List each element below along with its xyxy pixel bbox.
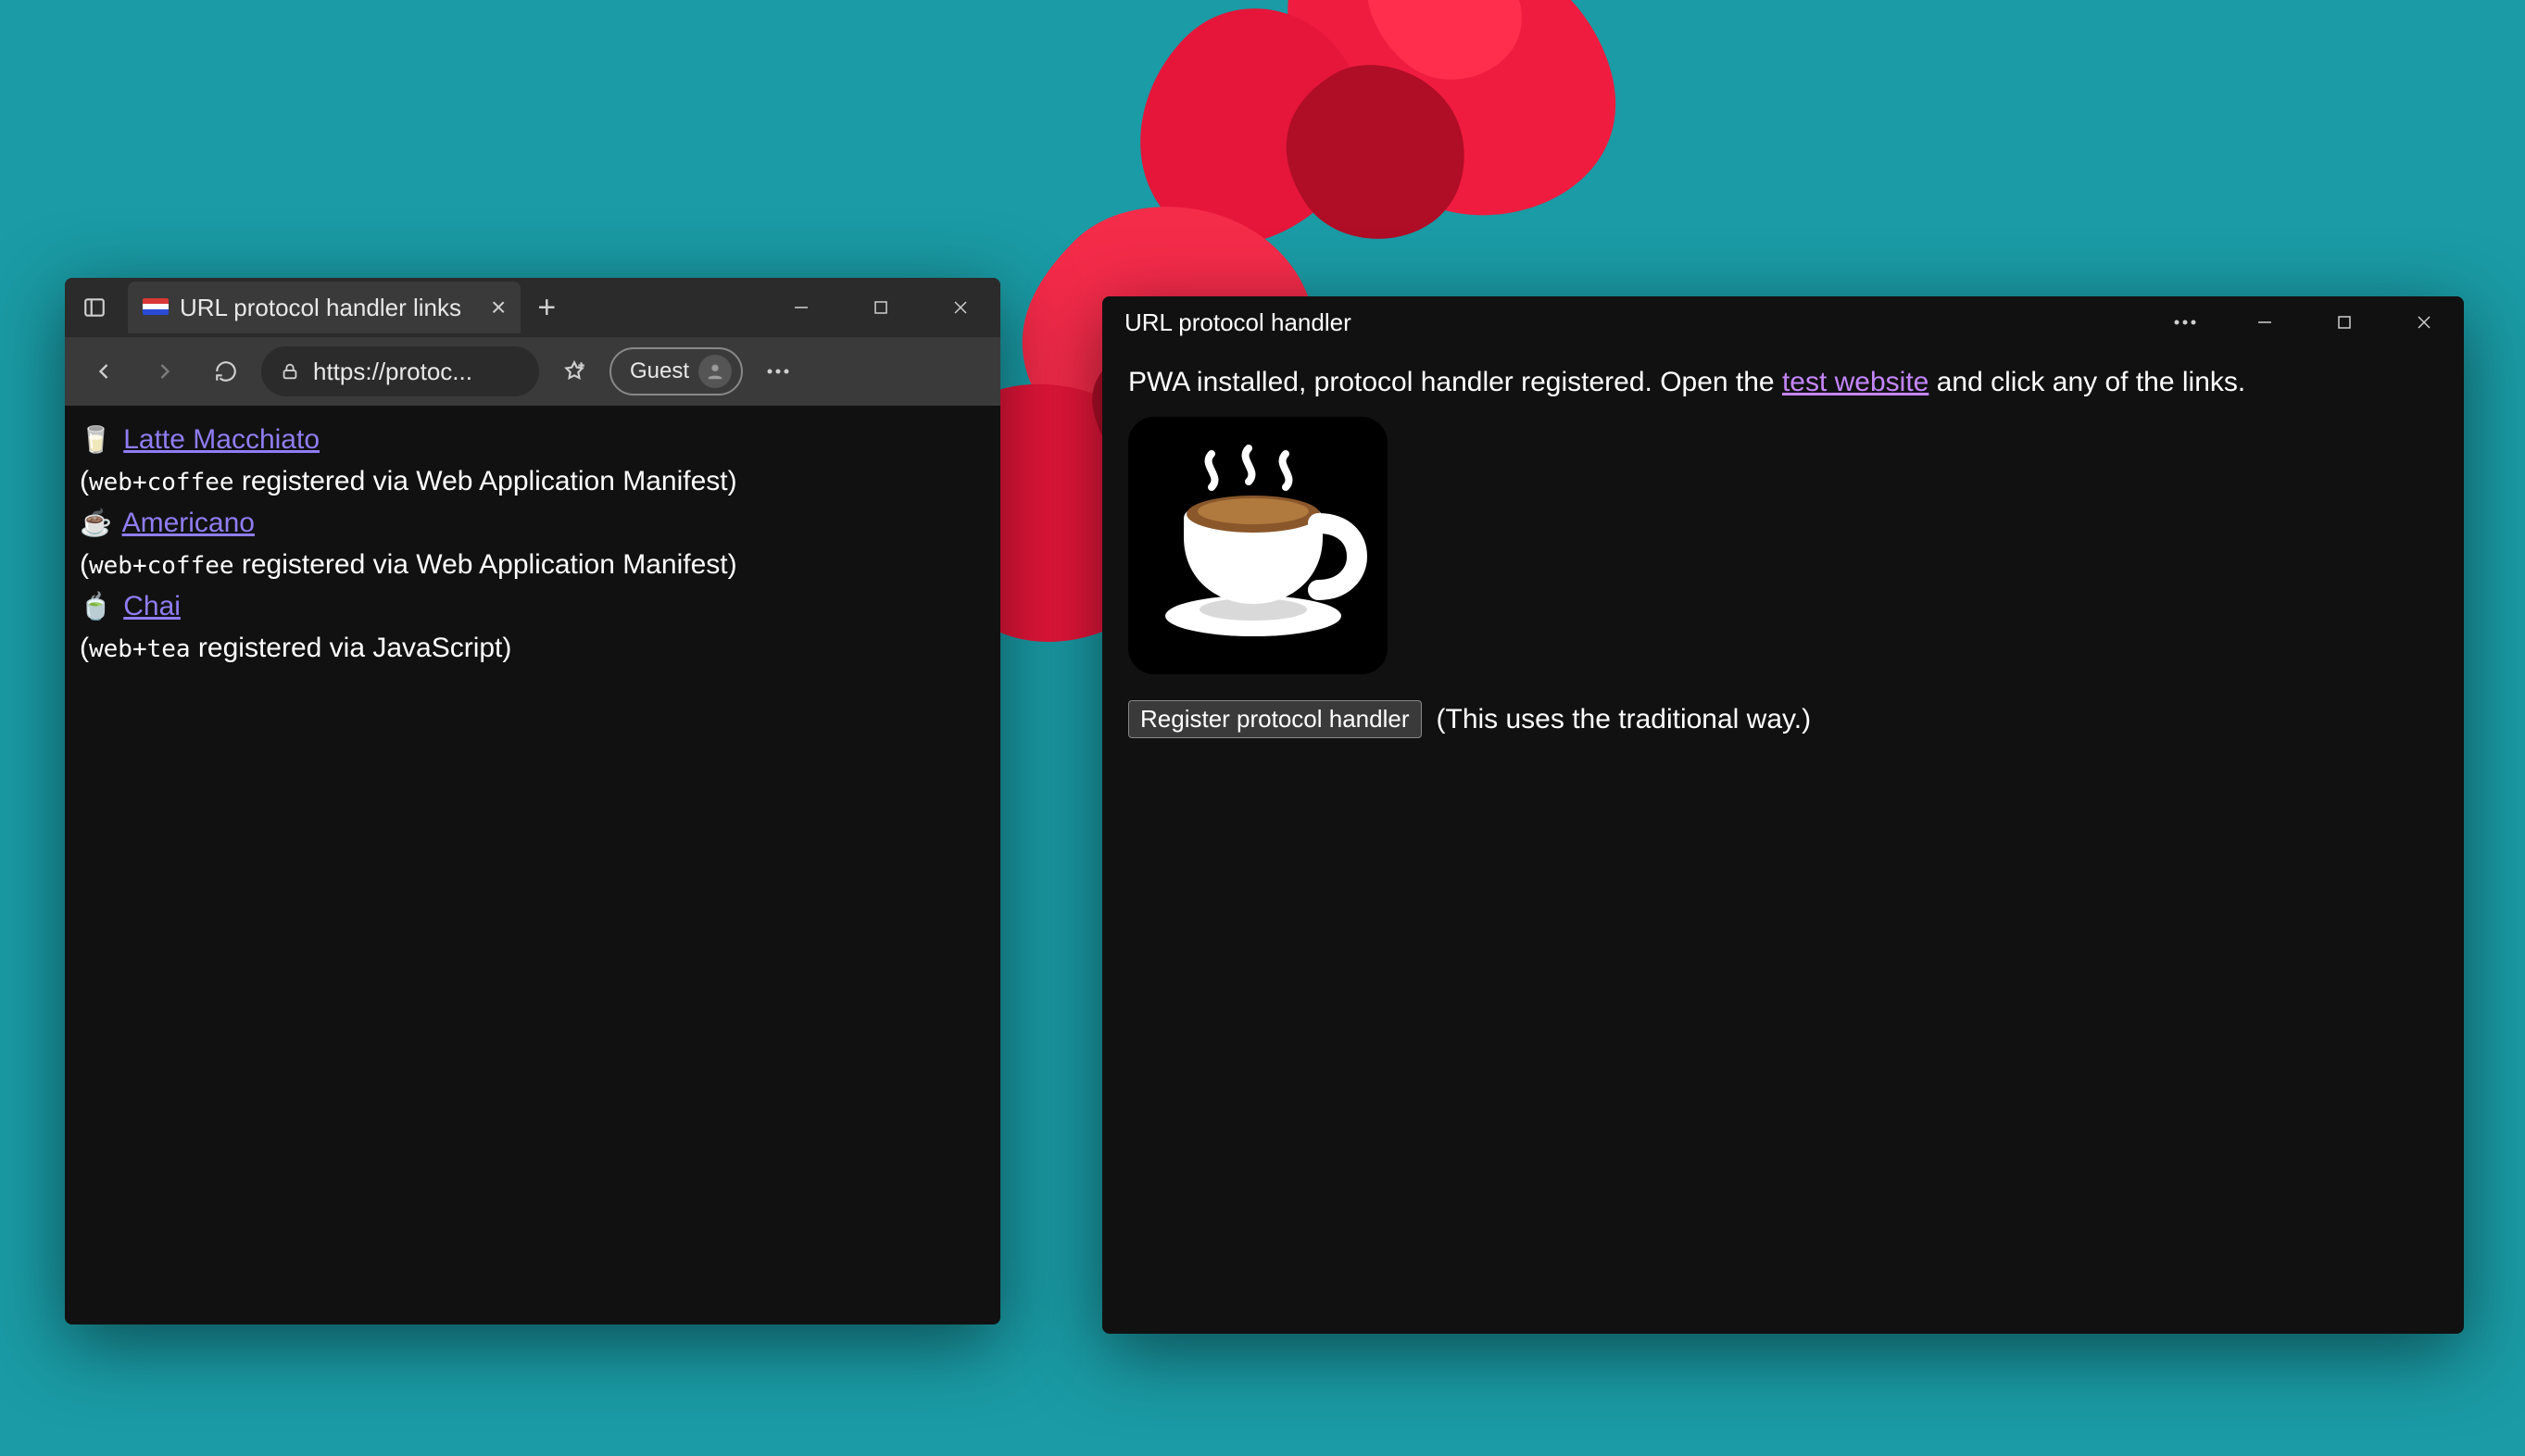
tab-title: URL protocol handler links — [180, 294, 461, 322]
maximize-button[interactable] — [841, 282, 921, 333]
pwa-close-button[interactable] — [2384, 296, 2464, 348]
pwa-title: URL protocol handler — [1124, 308, 1351, 337]
browser-window: URL protocol handler links × + https://p… — [65, 278, 1000, 1324]
pwa-window: URL protocol handler PWA installed, prot… — [1102, 296, 2464, 1334]
browser-tab[interactable]: URL protocol handler links × — [128, 282, 521, 333]
tab-actions-button[interactable] — [65, 295, 124, 320]
lock-icon — [280, 361, 300, 382]
new-tab-button[interactable]: + — [521, 290, 572, 326]
glass-icon: 🥛 — [80, 425, 112, 454]
avatar-icon — [698, 355, 732, 388]
close-button[interactable] — [921, 282, 1000, 333]
register-note: (This uses the traditional way.) — [1437, 704, 1812, 735]
browser-toolbar: https://protoc... Guest — [65, 337, 1000, 406]
profile-button[interactable]: Guest — [609, 347, 743, 395]
link-note-1: (web+coffee registered via Web Applicati… — [80, 544, 986, 585]
register-row: Register protocol handler (This uses the… — [1128, 700, 2438, 738]
pwa-maximize-button[interactable] — [2305, 296, 2384, 348]
browser-page-content: 🥛 Latte Macchiato (web+coffee registered… — [65, 406, 1000, 1324]
link-row-0: 🥛 Latte Macchiato — [80, 419, 986, 460]
back-button[interactable] — [78, 345, 130, 397]
link-note-0: (web+coffee registered via Web Applicati… — [80, 460, 986, 502]
reload-button[interactable] — [200, 345, 252, 397]
link-row-1: ☕ Americano — [80, 502, 986, 544]
coffee-icon: ☕ — [80, 508, 112, 537]
window-controls — [761, 282, 1000, 333]
tab-favicon-icon — [143, 298, 169, 317]
pwa-status: PWA installed, protocol handler register… — [1128, 367, 2438, 398]
link-americano[interactable]: Americano — [122, 508, 255, 538]
coffee-cup-image — [1128, 417, 1388, 674]
forward-button[interactable] — [139, 345, 191, 397]
address-text: https://protoc... — [313, 358, 472, 386]
scheme-0: web+coffee — [89, 469, 234, 496]
scheme-1: web+coffee — [89, 552, 234, 580]
tab-close-button[interactable]: × — [491, 293, 506, 322]
address-bar[interactable]: https://protoc... — [261, 346, 539, 396]
browser-tabstrip: URL protocol handler links × + — [65, 278, 1000, 337]
scheme-2: web+tea — [89, 635, 191, 663]
link-latte[interactable]: Latte Macchiato — [123, 424, 320, 455]
minimize-button[interactable] — [761, 282, 841, 333]
test-website-link[interactable]: test website — [1782, 367, 1928, 397]
pwa-titlebar: URL protocol handler — [1102, 296, 2464, 348]
pwa-minimize-button[interactable] — [2225, 296, 2305, 348]
more-button[interactable] — [752, 345, 804, 397]
tea-icon: 🍵 — [80, 592, 112, 621]
link-chai[interactable]: Chai — [123, 591, 181, 621]
favorites-button[interactable] — [548, 345, 600, 397]
link-note-2: (web+tea registered via JavaScript) — [80, 627, 986, 669]
profile-label: Guest — [630, 358, 689, 384]
link-row-2: 🍵 Chai — [80, 585, 986, 627]
pwa-content: PWA installed, protocol handler register… — [1102, 348, 2464, 757]
pwa-more-button[interactable] — [2145, 296, 2225, 348]
register-protocol-button[interactable]: Register protocol handler — [1128, 700, 1422, 738]
